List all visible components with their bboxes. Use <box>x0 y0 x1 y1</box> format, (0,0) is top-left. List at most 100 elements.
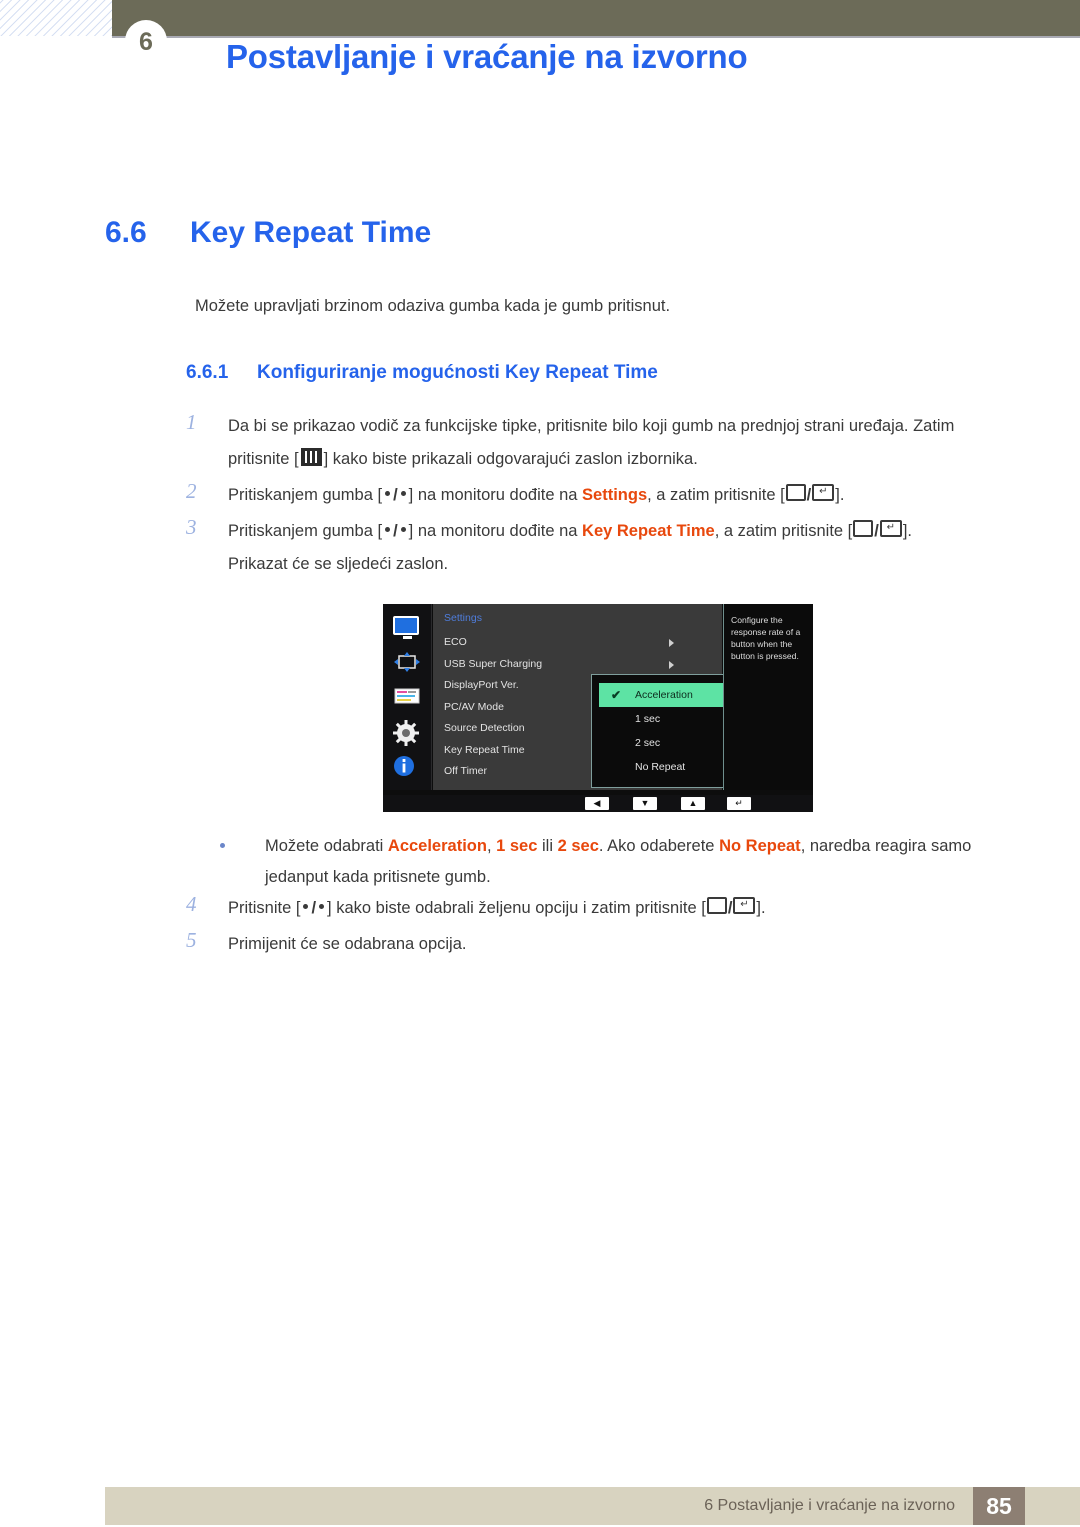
highlight-term: No Repeat <box>719 837 801 855</box>
step-number: 3 <box>186 515 197 539</box>
osd-submenu: ✔ Acceleration 1 sec 2 sec No Repeat <box>591 674 736 788</box>
settings-gear-icon[interactable] <box>393 720 421 747</box>
bullet-icon <box>220 843 225 848</box>
step-text-part: , a zatim pritisnite [ <box>647 486 785 504</box>
note-part: , <box>486 837 497 855</box>
highlight-term: 2 sec <box>557 837 599 855</box>
subsection-number: 6.6.1 <box>186 362 229 383</box>
osd-button-down[interactable]: ▼ <box>633 797 657 810</box>
information-icon <box>393 755 421 781</box>
osd-help-panel: Configure the response rate of a button … <box>723 604 813 790</box>
slash-separator: / <box>806 486 812 504</box>
step-number: 5 <box>186 928 197 952</box>
chevron-right-icon <box>669 660 674 669</box>
step-text-part: ]. <box>902 522 913 540</box>
note-part: . Ako odaberete <box>598 837 720 855</box>
step-text-part: Pritiskanjem gumba [ <box>228 522 383 540</box>
back-key-icon <box>706 897 727 914</box>
step-text: Da bi se prikazao vodič za funkcijske ti… <box>228 410 1016 476</box>
osd-menu-item-eco[interactable]: ECO <box>444 632 714 654</box>
osd-menu-panel: Settings ECO USB Super Charging DisplayP… <box>433 604 736 790</box>
steps-list-continued: 4 Pritisnite [/] kako biste odabrali žel… <box>186 892 1016 964</box>
steps-list: 1 Da bi se prikazao vodič za funkcijske … <box>186 410 1016 584</box>
highlight-term: Key Repeat Time <box>582 522 715 540</box>
section-number: 6.6 <box>105 216 147 249</box>
slash-separator: / <box>393 486 398 504</box>
osd-menu-item-label: ECO <box>444 636 467 648</box>
osd-menu-item-label: DisplayPort Ver. <box>444 679 519 691</box>
note-part: Možete odabrati <box>265 837 388 855</box>
osd-button-back[interactable]: ◀ <box>585 797 609 810</box>
subsection-heading: 6.6.1 Konfiguriranje mogućnosti Key Repea… <box>186 362 658 384</box>
picture-size-icon <box>393 651 421 677</box>
step-item: 1 Da bi se prikazao vodič za funkcijske … <box>186 410 1016 476</box>
decorative-stripes <box>0 0 112 36</box>
highlight-term: 1 sec <box>496 837 538 855</box>
step-text-part: Prikazat će se sljedeći zaslon. <box>228 555 449 573</box>
osd-submenu-option-label: 2 sec <box>635 737 661 749</box>
osd-button-enter[interactable]: ↵ <box>727 797 751 810</box>
slash-separator: / <box>393 522 398 540</box>
step-item: 3 Pritiskanjem gumba [/] na monitoru dođ… <box>186 515 1016 581</box>
page-title: Postavljanje i vraćanje na izvorno <box>226 38 748 75</box>
step-number: 4 <box>186 892 197 916</box>
nav-dot-icon <box>400 491 406 496</box>
header-bar <box>112 0 1080 36</box>
section-title: Key Repeat Time <box>190 216 432 249</box>
step-text-part: ]. <box>756 899 766 917</box>
osd-submenu-option-label: 1 sec <box>635 713 661 725</box>
slash-separator: / <box>874 522 879 540</box>
osd-screenshot: Settings ECO USB Super Charging DisplayP… <box>383 604 813 812</box>
step-text-part: ] kako biste odabrali željenu opciju i z… <box>327 899 706 917</box>
slash-separator: / <box>727 899 733 917</box>
nav-dot-icon <box>303 904 309 909</box>
enter-key-icon: ↵ <box>879 520 902 537</box>
chevron-right-icon <box>669 639 674 647</box>
osd-button-up[interactable]: ▲ <box>681 797 705 810</box>
note-text: Možete odabrati Acceleration, 1 sec ili … <box>265 831 1020 893</box>
osd-menu-item-label: Source Detection <box>444 722 525 734</box>
nav-dot-icon <box>385 527 391 532</box>
chapter-badge: 6 <box>125 20 167 62</box>
osd-help-text: Configure the response rate of a button … <box>731 615 801 661</box>
section-intro: Možete upravljati brzinom odaziva gumba … <box>195 297 671 315</box>
osd-submenu-option-2-sec[interactable]: 2 sec <box>599 731 728 755</box>
highlight-term: Settings <box>582 486 648 504</box>
slash-separator: / <box>311 899 317 917</box>
osd-submenu-option-no-repeat[interactable]: No Repeat <box>599 755 728 779</box>
osd-menu-item-label: Key Repeat Time <box>444 743 525 756</box>
back-key-icon <box>785 484 806 501</box>
osd-menu-item-usb-super-charging[interactable]: USB Super Charging <box>444 654 714 676</box>
note-part: ili <box>537 837 558 855</box>
step-text: Pritiskanjem gumba [/] na monitoru dođit… <box>228 515 1016 581</box>
enter-key-icon: ↵ <box>812 484 835 501</box>
step-item: 2 Pritiskanjem gumba [ / ] na monitoru dođ… <box>186 479 1016 512</box>
highlight-term: Acceleration <box>387 837 487 855</box>
note-block: Možete odabrati Acceleration, 1 sec ili … <box>220 831 1020 893</box>
nav-dot-icon <box>319 904 325 909</box>
osd-submenu-option-acceleration[interactable]: ✔ Acceleration <box>599 683 728 707</box>
footer-chapter-label: 6 Postavljanje i vraćanje na izvorno <box>704 1497 955 1514</box>
step-text-part: ] na monitoru dođite na <box>408 486 583 504</box>
subsection-title: Konfiguriranje mogućnosti Key Repeat Tim… <box>257 362 658 383</box>
step-text-part: ]. <box>835 486 845 504</box>
osd-menu-title: Settings <box>444 612 482 624</box>
osd-submenu-option-1-sec[interactable]: 1 sec <box>599 707 728 731</box>
check-icon: ✔ <box>611 688 622 702</box>
step-text: Primijenit će se odabrana opcija. <box>228 935 467 953</box>
monitor-icon <box>393 616 421 642</box>
osd-menu-item-label: PC/AV Mode <box>444 700 504 713</box>
nav-dot-icon <box>400 527 406 532</box>
step-text-part: Pritiskanjem gumba [ <box>228 486 383 504</box>
osd-submenu-option-label: No Repeat <box>635 761 686 773</box>
step-text-part: ] kako biste prikazali odgovarajući zasl… <box>323 450 698 468</box>
osd-menu-item-label: Off Timer <box>444 765 487 777</box>
step-number: 2 <box>186 479 197 503</box>
osd-icon-sidebar <box>383 604 432 790</box>
enter-key-icon: ↵ <box>733 897 756 914</box>
chapter-badge-number: 6 <box>139 27 153 56</box>
osd-menu-item-label: USB Super Charging <box>444 657 543 670</box>
step-number: 1 <box>186 410 197 434</box>
step-text: Pritisnite [/] kako biste odabrali želje… <box>228 892 1016 925</box>
step-item: 5 Primijenit će se odabrana opcija. <box>186 928 1016 961</box>
